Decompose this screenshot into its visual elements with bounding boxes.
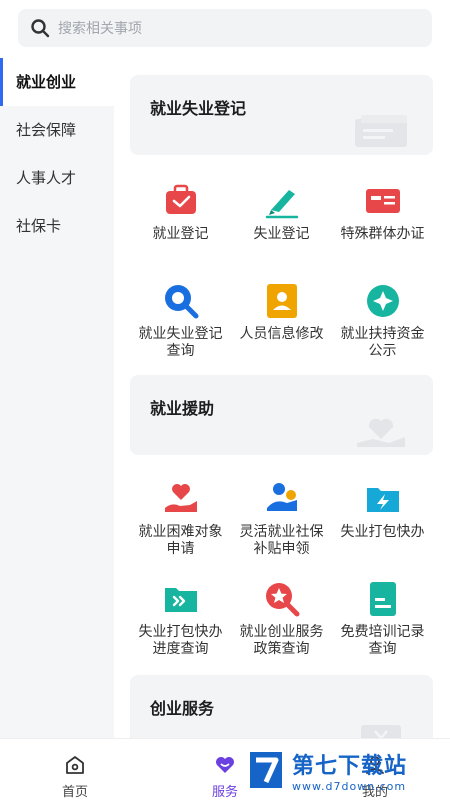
service-item[interactable]: 就业登记 bbox=[130, 170, 231, 270]
service-icon bbox=[216, 757, 234, 773]
service-label: 失业登记 bbox=[253, 226, 310, 242]
watermark-text: 第七下载站 www.d7down.com bbox=[292, 748, 407, 793]
sidebar: 就业创业 社会保障 人事人才 社保卡 bbox=[0, 58, 114, 738]
service-item[interactable]: 灵活就业社保补贴申领 bbox=[231, 468, 332, 568]
service-label: 就业扶持资金公示 bbox=[340, 326, 425, 359]
watermark-logo-icon bbox=[250, 752, 282, 788]
star-search-icon bbox=[265, 583, 299, 617]
service-item[interactable]: 失业打包快办进度查询 bbox=[130, 568, 231, 668]
id-card-icon bbox=[365, 189, 400, 213]
sidebar-item-social-security[interactable]: 社会保障 bbox=[0, 106, 114, 154]
service-label: 就业登记 bbox=[152, 226, 209, 242]
section-title: 就业援助 bbox=[150, 399, 215, 418]
service-label: 免费培训记录查询 bbox=[340, 624, 425, 657]
section-header-assistance[interactable]: 就业援助 bbox=[130, 375, 433, 455]
card-decoration-icon bbox=[357, 418, 405, 447]
service-label: 就业失业登记查询 bbox=[138, 326, 223, 359]
folder-bolt-icon bbox=[366, 488, 399, 512]
site-watermark: 第七下载站 www.d7down.com bbox=[246, 744, 442, 796]
service-label: 失业打包快办进度查询 bbox=[138, 624, 223, 657]
service-label: 人员信息修改 bbox=[239, 326, 324, 342]
folder-arrow-icon bbox=[164, 588, 197, 612]
diamond-star-icon bbox=[366, 285, 399, 317]
service-item[interactable]: 免费培训记录查询 bbox=[332, 568, 433, 668]
section-header-entrepreneurship[interactable]: 创业服务 bbox=[130, 675, 433, 738]
card-decoration-icon bbox=[361, 725, 401, 738]
service-item[interactable]: 就业困难对象申请 bbox=[130, 468, 231, 568]
sidebar-item-personnel[interactable]: 人事人才 bbox=[0, 154, 114, 202]
service-item[interactable]: 特殊群体办证 bbox=[332, 170, 433, 270]
magnifier-icon bbox=[164, 285, 198, 319]
service-label: 灵活就业社保补贴申领 bbox=[239, 524, 324, 557]
search-icon bbox=[31, 19, 50, 38]
heart-hand-icon bbox=[164, 484, 197, 512]
briefcase-icon bbox=[165, 184, 196, 214]
search-bar: 搜索相关事项 bbox=[0, 0, 450, 58]
service-item[interactable]: 失业登记 bbox=[231, 170, 332, 270]
home-icon bbox=[66, 756, 84, 774]
section-title: 就业失业登记 bbox=[150, 99, 247, 118]
tab-label: 服务 bbox=[211, 785, 238, 800]
sidebar-item-social-card[interactable]: 社保卡 bbox=[0, 202, 114, 250]
tab-home[interactable]: 首页 bbox=[0, 739, 150, 800]
service-label: 就业困难对象申请 bbox=[138, 524, 223, 557]
service-grid-registration: 就业登记 失业登记 特殊群体办证 就业失业登记查询 人员信息修改 就业扶持资金公… bbox=[130, 170, 433, 370]
service-item[interactable]: 就业创业服务政策查询 bbox=[231, 568, 332, 668]
watermark-brand: 第七下载站 bbox=[292, 753, 408, 779]
main-content: 就业失业登记 就业登记 失业登记 特殊群体办证 就业失业登记查询 人员信息修改 … bbox=[114, 58, 450, 738]
service-item[interactable]: 失业打包快办 bbox=[332, 468, 433, 568]
watermark-url: www.d7down.com bbox=[292, 779, 407, 793]
search-placeholder: 搜索相关事项 bbox=[58, 21, 142, 37]
card-decoration-icon bbox=[355, 115, 407, 147]
person-coin-icon bbox=[266, 483, 297, 511]
service-grid-assistance: 就业困难对象申请 灵活就业社保补贴申领 失业打包快办 失业打包快办进度查询 就业… bbox=[130, 468, 433, 668]
sidebar-item-employment[interactable]: 就业创业 bbox=[0, 58, 114, 106]
service-label: 就业创业服务政策查询 bbox=[239, 624, 324, 657]
service-label: 特殊群体办证 bbox=[340, 226, 425, 242]
service-item[interactable]: 就业扶持资金公示 bbox=[332, 270, 433, 370]
document-icon bbox=[369, 582, 396, 616]
tab-label: 首页 bbox=[61, 785, 88, 800]
service-item[interactable]: 人员信息修改 bbox=[231, 270, 332, 370]
section-header-registration[interactable]: 就业失业登记 bbox=[130, 75, 433, 155]
person-card-icon bbox=[266, 284, 297, 318]
service-item[interactable]: 就业失业登记查询 bbox=[130, 270, 231, 370]
service-label: 失业打包快办 bbox=[340, 524, 425, 540]
pen-icon bbox=[265, 190, 298, 219]
search-input[interactable]: 搜索相关事项 bbox=[18, 9, 432, 47]
section-title: 创业服务 bbox=[150, 699, 215, 718]
